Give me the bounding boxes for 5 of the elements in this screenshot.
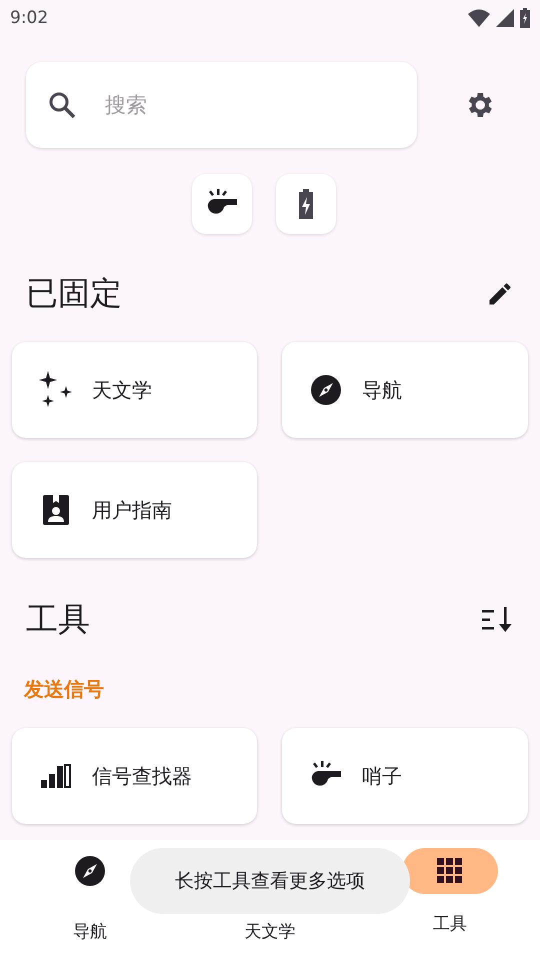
hint-toast: 长按工具查看更多选项 (130, 848, 410, 914)
section-title: 已固定 (26, 273, 122, 314)
section-title: 工具 (26, 599, 90, 640)
status-time: 9:02 (10, 8, 48, 28)
group-title: 发送信号 (22, 676, 105, 702)
